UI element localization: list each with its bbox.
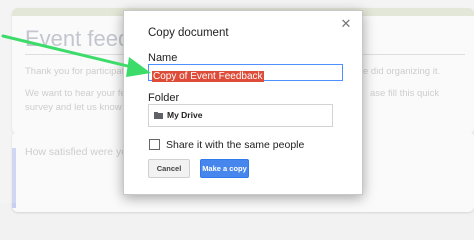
cancel-button[interactable]: Cancel (148, 159, 190, 178)
folder-label: Folder (148, 92, 180, 104)
name-label: Name (148, 52, 178, 64)
dialog-title: Copy document (148, 27, 229, 39)
share-checkbox[interactable] (149, 139, 160, 150)
close-icon[interactable]: ✕ (338, 16, 354, 32)
make-copy-button[interactable]: Make a copy (200, 159, 249, 178)
folder-name: My Drive (167, 110, 203, 120)
copy-document-dialog: Copy document ✕ Name Copy of Event Feedb… (123, 10, 363, 195)
name-input[interactable]: Copy of Event Feedback (148, 64, 343, 82)
name-input-value: Copy of Event Feedback (152, 71, 264, 82)
share-checkbox-label[interactable]: Share it with the same people (166, 139, 304, 151)
folder-icon (154, 112, 163, 119)
folder-selector[interactable]: My Drive (148, 104, 333, 127)
